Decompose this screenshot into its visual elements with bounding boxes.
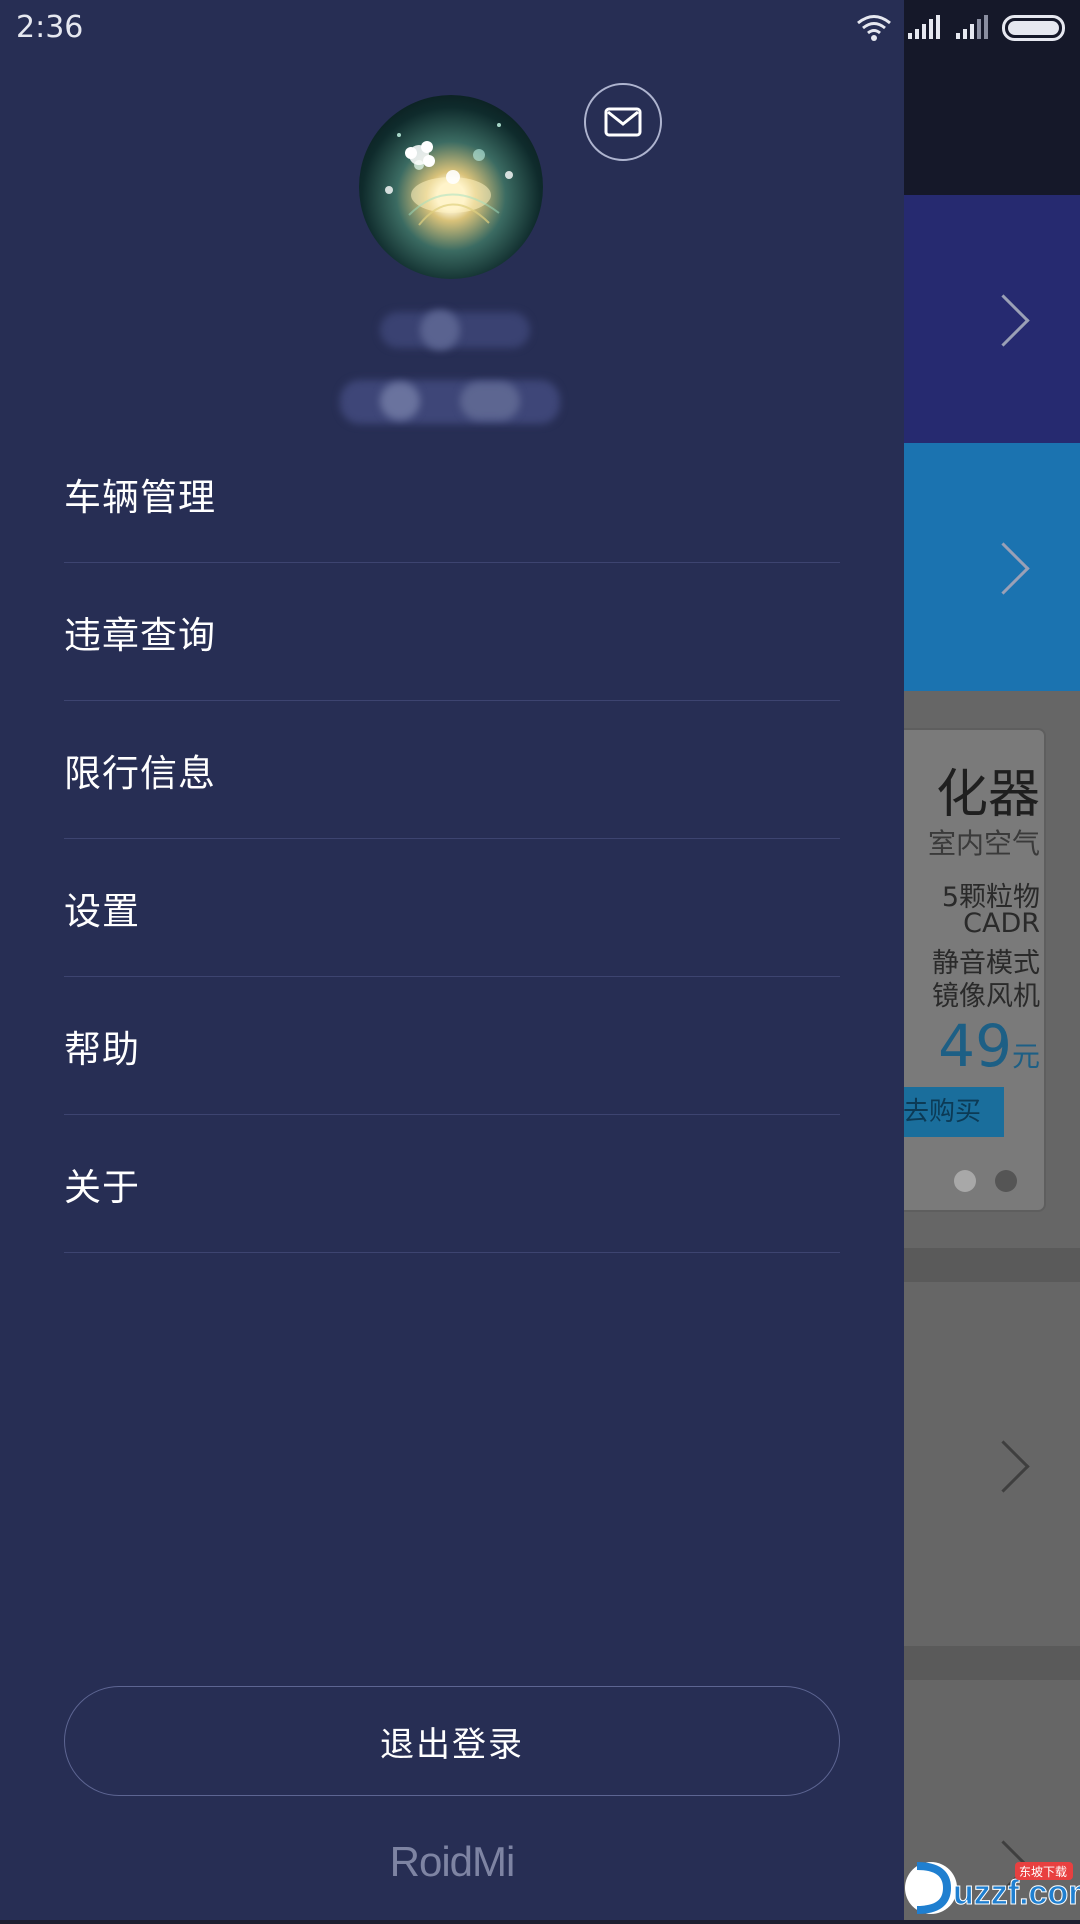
mail-icon [604, 107, 642, 137]
menu-item-vehicle-management[interactable]: 车辆管理 [64, 425, 840, 563]
ad-title: 化器 [935, 765, 1040, 825]
menu-item-label: 关于 [64, 1165, 140, 1209]
menu-item-label: 车辆管理 [64, 475, 216, 519]
status-bar: 2:36 [0, 0, 1080, 56]
username-redacted [340, 310, 570, 430]
nav-drawer: 车辆管理 违章查询 限行信息 设置 帮助 关于 退出登录 RoidMi [0, 0, 904, 1920]
menu-item-label: 限行信息 [64, 751, 216, 795]
wifi-icon [857, 15, 891, 41]
avatar[interactable] [359, 95, 543, 279]
menu-item-help[interactable]: 帮助 [64, 977, 840, 1115]
signal-icon-2 [956, 15, 988, 39]
avatar-flower-image [385, 123, 513, 226]
ad-price-value: 49 [938, 1012, 1012, 1080]
ad-price-unit: 元 [1011, 1040, 1040, 1073]
signal-icon [908, 15, 940, 39]
menu-item-about[interactable]: 关于 [64, 1115, 840, 1253]
ad-feature: CADR [963, 908, 1040, 939]
menu-item-violation-query[interactable]: 违章查询 [64, 563, 840, 701]
menu-item-settings[interactable]: 设置 [64, 839, 840, 977]
status-time: 2:36 [16, 10, 84, 45]
menu-item-traffic-restriction[interactable]: 限行信息 [64, 701, 840, 839]
logout-label: 退出登录 [380, 1724, 524, 1765]
logout-button[interactable]: 退出登录 [64, 1686, 840, 1796]
watermark-badge: 东坡下载 [1019, 1865, 1067, 1879]
status-icons [856, 12, 1068, 44]
uzzf-logo: uzzf.com 东坡下载 [905, 1862, 1080, 1914]
mail-button[interactable] [584, 83, 662, 161]
ad-subtitle: 室内空气 [927, 827, 1040, 860]
menu-item-label: 帮助 [64, 1027, 140, 1071]
menu-item-label: 违章查询 [64, 613, 216, 657]
brand-logo: RoidMi [389, 1838, 516, 1885]
ad-price: 49元 [938, 1012, 1040, 1080]
menu-item-label: 设置 [64, 889, 140, 933]
carousel-dot [954, 1170, 976, 1192]
carousel-dot-active [995, 1170, 1017, 1192]
ad-feature: 镜像风机 [932, 981, 1040, 1012]
drawer-menu: 车辆管理 违章查询 限行信息 设置 帮助 关于 [64, 425, 840, 1253]
battery-icon [1002, 15, 1065, 41]
watermark-logo: uzzf.com 东坡下载 [895, 1852, 1080, 1920]
